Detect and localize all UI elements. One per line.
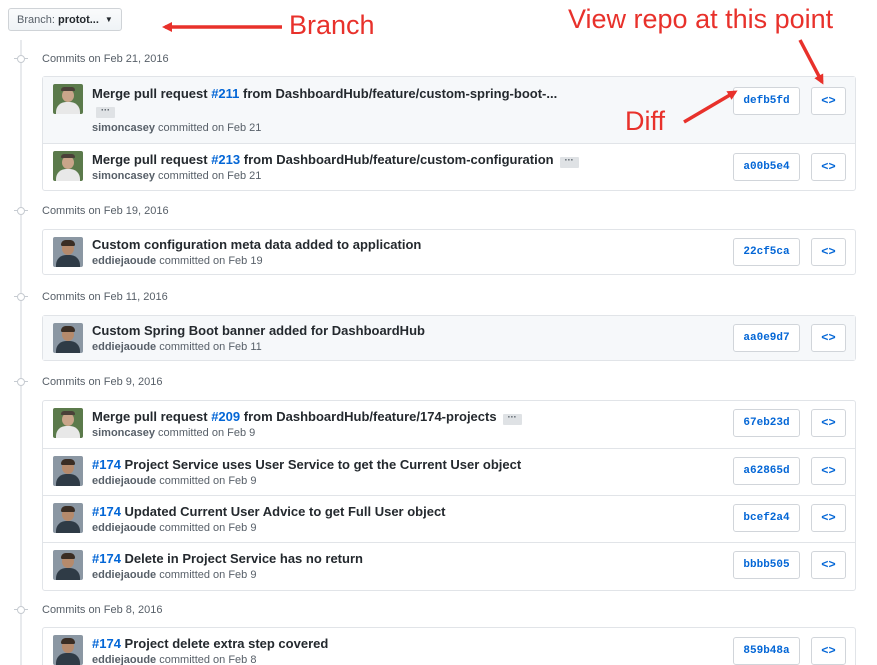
commit-timeline-icon <box>14 293 28 301</box>
pr-link[interactable]: #174 <box>92 551 121 566</box>
caret-down-icon: ▼ <box>104 15 113 24</box>
commit-meta: eddiejaoude committed on Feb 8 <box>92 654 257 665</box>
commit-row: #174 Project delete extra step covered e… <box>43 628 855 665</box>
commit-row: Merge pull request #213 from DashboardHu… <box>43 143 855 190</box>
pr-link[interactable]: #213 <box>211 152 240 167</box>
commit-row: Merge pull request #211 from DashboardHu… <box>43 77 855 143</box>
avatar[interactable] <box>53 237 83 267</box>
commit-timeline-icon <box>14 55 28 63</box>
commit-row: #174 Delete in Project Service has no re… <box>43 542 855 590</box>
author-link[interactable]: simoncasey <box>92 122 155 134</box>
commit-title[interactable]: #174 Delete in Project Service has no re… <box>92 551 363 566</box>
author-link[interactable]: eddiejaoude <box>92 475 156 487</box>
pr-link[interactable]: #209 <box>211 409 240 424</box>
pr-link[interactable]: #174 <box>92 457 121 472</box>
commit-meta: simoncasey committed on Feb 9 <box>92 427 256 439</box>
browse-code-icon[interactable]: <> <box>811 324 846 352</box>
pr-link[interactable]: #174 <box>92 504 121 519</box>
commit-timeline-icon <box>14 207 28 215</box>
commit-title[interactable]: #174 Updated Current User Advice to get … <box>92 504 446 519</box>
commit-sha-button[interactable]: bbbb505 <box>733 551 800 579</box>
branch-select-button[interactable]: Branch: protot... ▼ <box>8 8 122 31</box>
commit-group: #174 Project delete extra step covered e… <box>42 627 856 665</box>
avatar[interactable] <box>53 84 83 114</box>
commit-sha-button[interactable]: 67eb23d <box>733 409 800 437</box>
browse-code-icon[interactable]: <> <box>811 504 846 532</box>
expand-message-button[interactable]: ··· <box>96 106 115 118</box>
timeline-line <box>20 40 22 665</box>
commit-title[interactable]: Merge pull request #213 from DashboardHu… <box>92 152 579 168</box>
browse-code-icon[interactable]: <> <box>811 238 846 266</box>
browse-code-icon[interactable]: <> <box>811 457 846 485</box>
commit-group: Merge pull request #211 from DashboardHu… <box>42 76 856 191</box>
browse-code-icon[interactable]: <> <box>811 87 846 115</box>
annotation-diff: Diff <box>625 106 666 136</box>
commit-row: Custom Spring Boot banner added for Dash… <box>43 316 855 360</box>
commit-group: Custom Spring Boot banner added for Dash… <box>42 315 856 361</box>
commit-group: Custom configuration meta data added to … <box>42 229 856 275</box>
avatar[interactable] <box>53 503 83 533</box>
commit-sha-button[interactable]: defb5fd <box>733 87 800 115</box>
author-link[interactable]: simoncasey <box>92 170 155 182</box>
author-link[interactable]: eddiejaoude <box>92 255 156 267</box>
commit-row: Custom configuration meta data added to … <box>43 230 855 274</box>
commit-sha-button[interactable]: a00b5e4 <box>733 153 800 181</box>
annotation-branch: Branch <box>289 10 375 40</box>
commit-timeline-icon <box>14 606 28 614</box>
commit-row: #174 Updated Current User Advice to get … <box>43 495 855 542</box>
expand-message-button[interactable]: ··· <box>502 413 522 425</box>
browse-code-icon[interactable]: <> <box>811 153 846 181</box>
author-link[interactable]: eddiejaoude <box>92 341 156 353</box>
commit-meta: eddiejaoude committed on Feb 19 <box>92 255 263 267</box>
commit-row: Merge pull request #209 from DashboardHu… <box>43 401 855 448</box>
avatar[interactable] <box>53 408 83 438</box>
commit-group: Merge pull request #209 from DashboardHu… <box>42 400 856 591</box>
commit-meta: eddiejaoude committed on Feb 9 <box>92 569 257 581</box>
commit-meta: eddiejaoude committed on Feb 9 <box>92 522 257 534</box>
author-link[interactable]: eddiejaoude <box>92 654 156 665</box>
commit-timeline-icon <box>14 378 28 386</box>
commit-title[interactable]: Custom Spring Boot banner added for Dash… <box>92 323 425 338</box>
commit-title[interactable]: Merge pull request #209 from DashboardHu… <box>92 409 522 425</box>
avatar[interactable] <box>53 456 83 486</box>
browse-code-icon[interactable]: <> <box>811 637 846 665</box>
pr-link[interactable]: #211 <box>211 86 239 101</box>
commit-meta: eddiejaoude committed on Feb 11 <box>92 341 262 353</box>
commit-title[interactable]: #174 Project Service uses User Service t… <box>92 457 521 472</box>
author-link[interactable]: eddiejaoude <box>92 522 156 534</box>
browse-code-icon[interactable]: <> <box>811 409 846 437</box>
commit-sha-button[interactable]: a62865d <box>733 457 800 485</box>
avatar[interactable] <box>53 550 83 580</box>
branch-prefix: Branch: <box>17 14 55 26</box>
commit-meta: simoncasey committed on Feb 21 <box>92 170 262 182</box>
commit-sha-button[interactable]: aa0e9d7 <box>733 324 800 352</box>
avatar[interactable] <box>53 323 83 353</box>
commit-meta: simoncasey committed on Feb 21 <box>92 122 262 134</box>
commit-title[interactable]: Merge pull request #211 from DashboardHu… <box>92 86 557 101</box>
expand-message-button[interactable]: ··· <box>559 156 579 168</box>
commit-meta: eddiejaoude committed on Feb 9 <box>92 475 257 487</box>
browse-code-icon[interactable]: <> <box>811 551 846 579</box>
commit-sha-button[interactable]: 22cf5ca <box>733 238 800 266</box>
branch-name: protot... <box>57 14 99 26</box>
commit-sha-button[interactable]: bcef2a4 <box>733 504 800 532</box>
commit-row: #174 Project Service uses User Service t… <box>43 448 855 495</box>
annotation-view-repo: View repo at this point <box>568 4 834 34</box>
pr-link[interactable]: #174 <box>92 636 121 651</box>
commit-title[interactable]: Custom configuration meta data added to … <box>92 237 421 252</box>
avatar[interactable] <box>53 635 83 665</box>
commit-sha-button[interactable]: 859b48a <box>733 637 800 665</box>
commit-title[interactable]: #174 Project delete extra step covered <box>92 636 328 651</box>
author-link[interactable]: simoncasey <box>92 427 155 439</box>
avatar[interactable] <box>53 151 83 181</box>
author-link[interactable]: eddiejaoude <box>92 569 156 581</box>
